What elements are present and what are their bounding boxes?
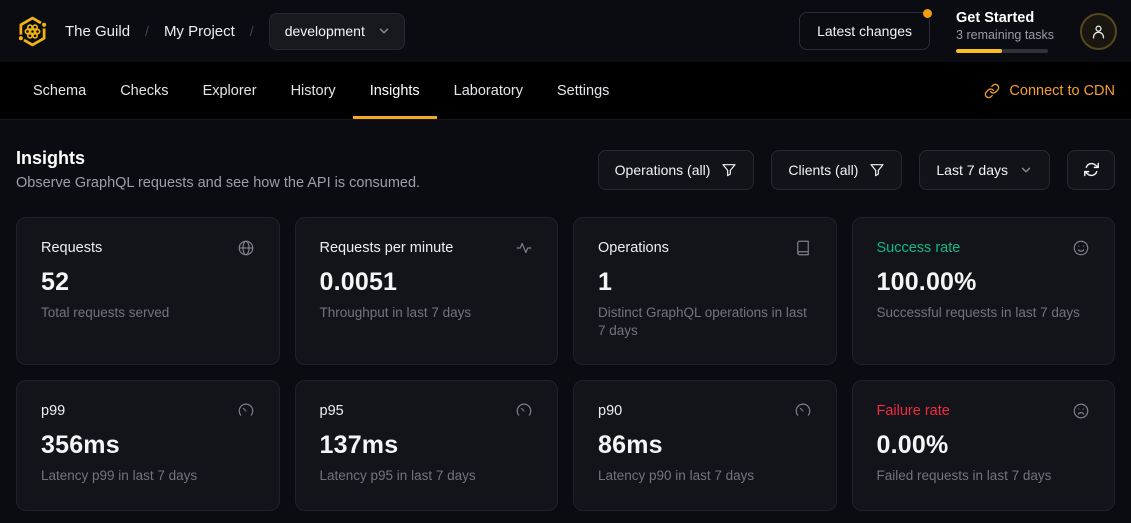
- stat-value: 86ms: [598, 431, 812, 460]
- stat-card-requests: Requests 52 Total requests served: [16, 217, 280, 365]
- page-title: Insights: [16, 148, 420, 169]
- stat-title: p90: [598, 403, 622, 419]
- nav-tabs: Schema Checks Explorer History Insights …: [16, 62, 626, 119]
- latest-changes-button[interactable]: Latest changes: [799, 12, 930, 50]
- stat-value: 0.00%: [877, 431, 1091, 460]
- project-nav: Schema Checks Explorer History Insights …: [0, 62, 1131, 120]
- get-started-title: Get Started: [956, 10, 1054, 26]
- stat-card-success-rate: Success rate 100.00% Successful requests…: [852, 217, 1116, 365]
- get-started-progress-fill: [956, 49, 1002, 53]
- breadcrumb-org[interactable]: The Guild: [65, 23, 130, 40]
- header-right: Latest changes Get Started 3 remaining t…: [799, 10, 1117, 53]
- stat-value: 0.0051: [320, 268, 534, 297]
- gauge-icon: [237, 402, 255, 420]
- insights-page: Insights Observe GraphQL requests and se…: [0, 120, 1131, 511]
- get-started-widget[interactable]: Get Started 3 remaining tasks: [956, 10, 1054, 53]
- stat-title: Success rate: [877, 240, 961, 256]
- stat-value: 52: [41, 268, 255, 297]
- clients-filter-label: Clients (all): [788, 162, 858, 178]
- insights-header: Insights Observe GraphQL requests and se…: [16, 148, 1115, 191]
- stat-title: Requests per minute: [320, 240, 454, 256]
- stat-value: 137ms: [320, 431, 534, 460]
- refresh-icon: [1083, 161, 1100, 178]
- connect-to-cdn-label: Connect to CDN: [1009, 83, 1115, 99]
- target-selector[interactable]: development: [269, 13, 405, 50]
- stat-value: 356ms: [41, 431, 255, 460]
- stat-card-failure-rate: Failure rate 0.00% Failed requests in la…: [852, 380, 1116, 510]
- globe-icon: [237, 239, 255, 257]
- stat-card-p95: p95 137ms Latency p95 in last 7 days: [295, 380, 559, 510]
- get-started-progress: [956, 49, 1048, 53]
- target-selector-value: development: [285, 23, 365, 39]
- operations-filter-label: Operations (all): [615, 162, 711, 178]
- stat-title: p99: [41, 403, 65, 419]
- tab-schema[interactable]: Schema: [16, 62, 103, 119]
- page-subtitle: Observe GraphQL requests and see how the…: [16, 175, 420, 191]
- operations-filter-button[interactable]: Operations (all): [598, 150, 755, 190]
- stat-description: Throughput in last 7 days: [320, 304, 534, 322]
- tab-insights[interactable]: Insights: [353, 62, 437, 119]
- clients-filter-button[interactable]: Clients (all): [771, 150, 902, 190]
- stat-description: Latency p99 in last 7 days: [41, 467, 255, 485]
- stat-description: Failed requests in last 7 days: [877, 467, 1091, 485]
- frown-icon: [1072, 402, 1090, 420]
- stat-card-operations: Operations 1 Distinct GraphQL operations…: [573, 217, 837, 365]
- latest-changes-label: Latest changes: [817, 23, 912, 39]
- stat-card-p99: p99 356ms Latency p99 in last 7 days: [16, 380, 280, 510]
- date-range-selector[interactable]: Last 7 days: [919, 150, 1050, 190]
- refresh-button[interactable]: [1067, 150, 1115, 190]
- stat-description: Total requests served: [41, 304, 255, 322]
- user-menu-button[interactable]: [1080, 13, 1117, 50]
- tab-laboratory[interactable]: Laboratory: [437, 62, 540, 119]
- breadcrumb-project[interactable]: My Project: [164, 23, 235, 40]
- filter-funnel-icon: [721, 162, 737, 178]
- stat-title: Operations: [598, 240, 669, 256]
- stat-card-p90: p90 86ms Latency p90 in last 7 days: [573, 380, 837, 510]
- breadcrumb-separator: /: [145, 23, 149, 39]
- gauge-icon: [515, 402, 533, 420]
- stat-title: Requests: [41, 240, 102, 256]
- tab-settings[interactable]: Settings: [540, 62, 626, 119]
- tab-history[interactable]: History: [274, 62, 353, 119]
- breadcrumb-separator: /: [250, 23, 254, 39]
- filter-toolbar: Operations (all) Clients (all) Last 7 da…: [598, 150, 1115, 190]
- chevron-down-icon: [377, 24, 391, 38]
- breadcrumb: The Guild / My Project /: [65, 23, 254, 40]
- gauge-icon: [794, 402, 812, 420]
- stats-grid: Requests 52 Total requests served Reques…: [16, 217, 1115, 511]
- hive-logo-icon[interactable]: [16, 15, 49, 48]
- activity-icon: [515, 239, 533, 257]
- chevron-down-icon: [1019, 163, 1033, 177]
- top-header: The Guild / My Project / development Lat…: [0, 0, 1131, 62]
- link-icon: [984, 83, 1000, 99]
- tab-explorer[interactable]: Explorer: [186, 62, 274, 119]
- stat-description: Successful requests in last 7 days: [877, 304, 1091, 322]
- connect-to-cdn-link[interactable]: Connect to CDN: [984, 62, 1115, 119]
- stat-description: Distinct GraphQL operations in last 7 da…: [598, 304, 812, 340]
- stat-title: p95: [320, 403, 344, 419]
- notification-dot: [923, 9, 932, 18]
- get-started-subtitle: 3 remaining tasks: [956, 28, 1054, 42]
- stat-description: Latency p90 in last 7 days: [598, 467, 812, 485]
- stat-card-requests-per-minute: Requests per minute 0.0051 Throughput in…: [295, 217, 559, 365]
- stat-value: 100.00%: [877, 268, 1091, 297]
- insights-title-block: Insights Observe GraphQL requests and se…: [16, 148, 420, 191]
- stat-description: Latency p95 in last 7 days: [320, 467, 534, 485]
- book-icon: [794, 239, 812, 257]
- stat-value: 1: [598, 268, 812, 297]
- stat-title: Failure rate: [877, 403, 950, 419]
- smile-icon: [1072, 239, 1090, 257]
- filter-funnel-icon: [869, 162, 885, 178]
- tab-checks[interactable]: Checks: [103, 62, 185, 119]
- date-range-label: Last 7 days: [936, 162, 1008, 178]
- user-icon: [1090, 23, 1107, 40]
